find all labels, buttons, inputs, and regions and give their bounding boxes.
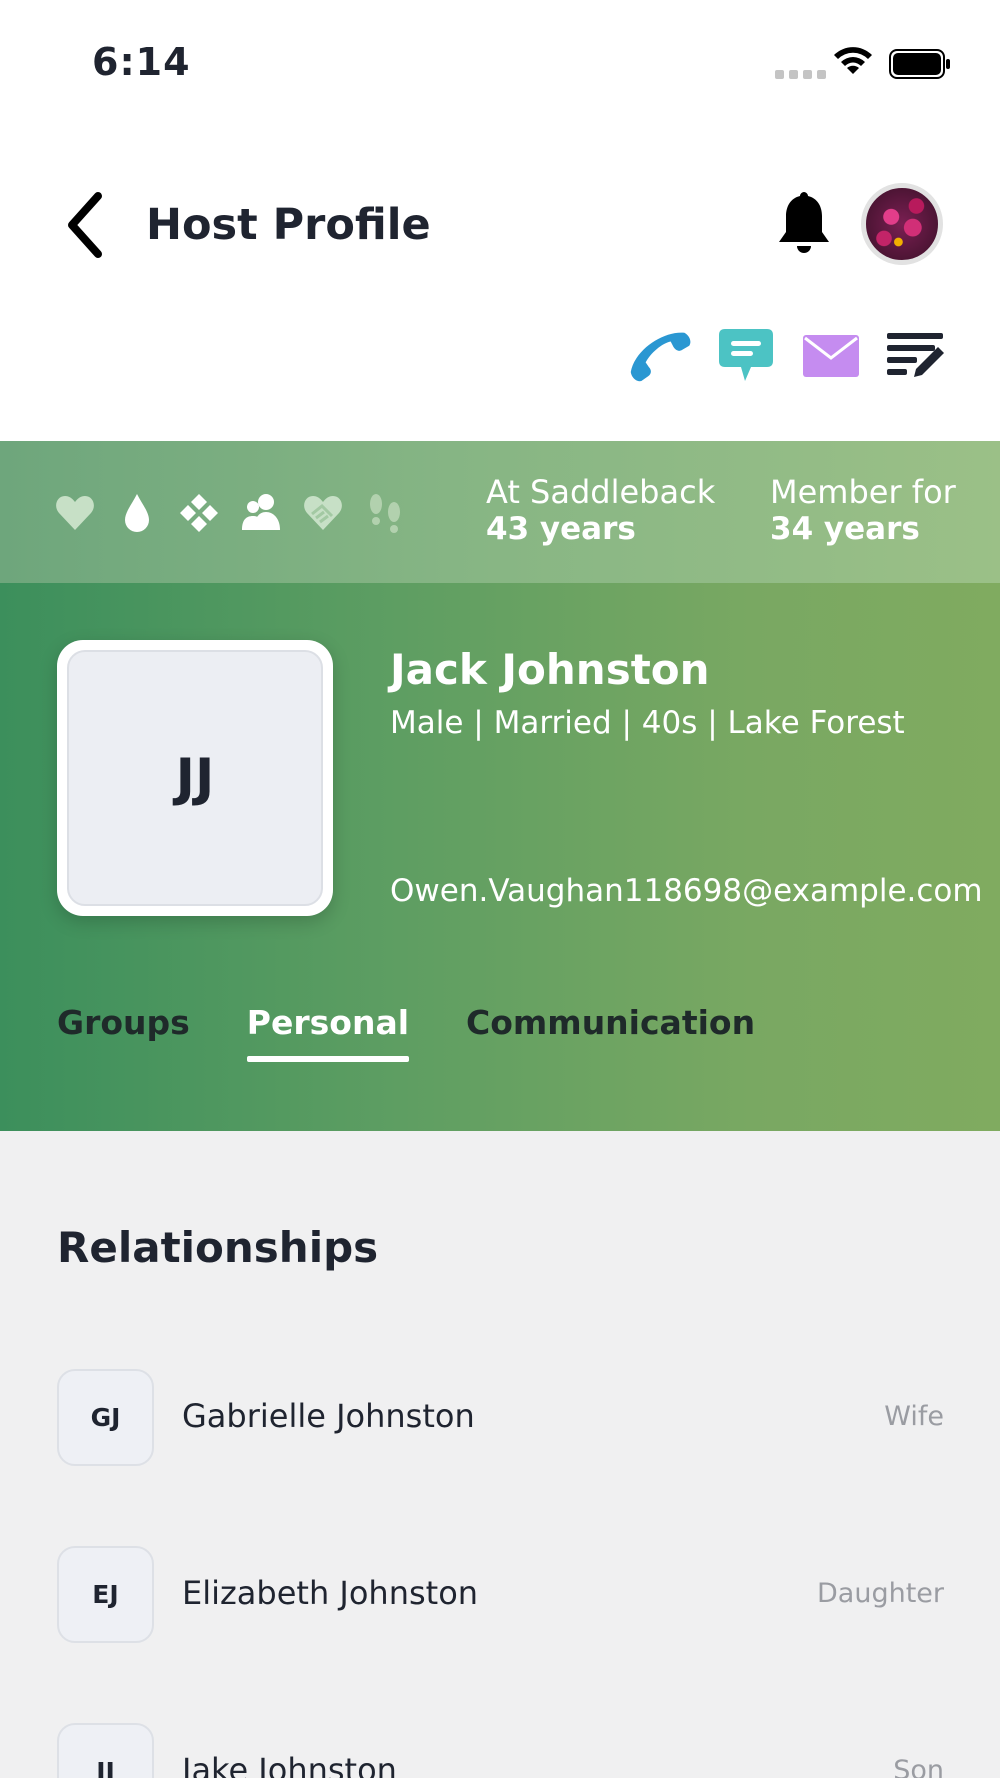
at-saddleback-value: 43 years	[486, 511, 636, 548]
phone-icon[interactable]	[630, 325, 692, 387]
relationship-row[interactable]: JJ Jake Johnston Son	[57, 1723, 944, 1778]
at-saddleback-label: At Saddleback	[486, 473, 716, 511]
relationship-name: Gabrielle Johnston	[182, 1397, 475, 1435]
chat-icon[interactable]	[715, 325, 777, 387]
host-initials: JJ	[67, 650, 323, 906]
back-arrow-icon[interactable]	[60, 190, 110, 260]
mail-icon[interactable]	[800, 325, 862, 387]
tab-communication[interactable]: Communication	[466, 1003, 755, 1062]
contact-actions	[0, 320, 1000, 390]
profile-tabs: Groups Personal Communication	[57, 1003, 755, 1062]
heart-icon	[56, 496, 94, 530]
people-icon	[242, 494, 280, 530]
host-email[interactable]: Owen.Vaughan118698@example.com	[390, 873, 983, 909]
relationship-initials: JJ	[57, 1723, 154, 1778]
footprints-icon	[370, 494, 400, 533]
member-for-label: Member for	[770, 473, 956, 511]
page-title: Host Profile	[146, 200, 431, 250]
engagement-badges	[54, 488, 406, 538]
drop-icon	[125, 494, 149, 532]
handshake-heart-icon	[304, 496, 342, 530]
relationship-row[interactable]: GJ Gabrielle Johnston Wife	[57, 1369, 944, 1467]
host-details: Male | Married | 40s | Lake Forest	[390, 705, 905, 741]
cellular-signal-icon	[775, 70, 826, 79]
battery-icon	[889, 49, 950, 79]
status-time: 6:14	[92, 40, 191, 84]
header: Host Profile	[0, 160, 1000, 290]
relationship-initials: EJ	[57, 1546, 154, 1643]
relationship-initials: GJ	[57, 1369, 154, 1466]
relationship-name: Jake Johnston	[182, 1751, 397, 1778]
user-avatar[interactable]	[861, 183, 943, 265]
diamonds-icon	[180, 494, 218, 532]
relationship-type: Son	[893, 1755, 944, 1778]
notes-icon[interactable]	[884, 325, 946, 387]
status-bar: 6:14	[0, 0, 1000, 120]
relationship-name: Elizabeth Johnston	[182, 1574, 479, 1612]
profile-hero: JJ Jack Johnston Male | Married | 40s | …	[0, 583, 1000, 1131]
tab-groups[interactable]: Groups	[57, 1003, 190, 1062]
wifi-icon	[834, 47, 872, 74]
member-for-value: 34 years	[770, 511, 920, 548]
bell-icon[interactable]	[773, 188, 835, 260]
relationship-type: Wife	[884, 1401, 944, 1432]
at-saddleback-stat: At Saddleback 43 years	[486, 473, 715, 549]
stats-band: At Saddleback 43 years Member for 34 yea…	[0, 441, 1000, 583]
member-for-stat: Member for 34 years	[770, 473, 956, 549]
relationships-title: Relationships	[57, 1223, 379, 1272]
relationship-row[interactable]: EJ Elizabeth Johnston Daughter	[57, 1546, 944, 1644]
host-avatar: JJ	[57, 640, 333, 916]
relationship-type: Daughter	[817, 1578, 944, 1609]
host-name: Jack Johnston	[390, 645, 710, 694]
personal-content: Relationships GJ Gabrielle Johnston Wife…	[0, 1131, 1000, 1778]
tab-personal[interactable]: Personal	[246, 1003, 410, 1062]
